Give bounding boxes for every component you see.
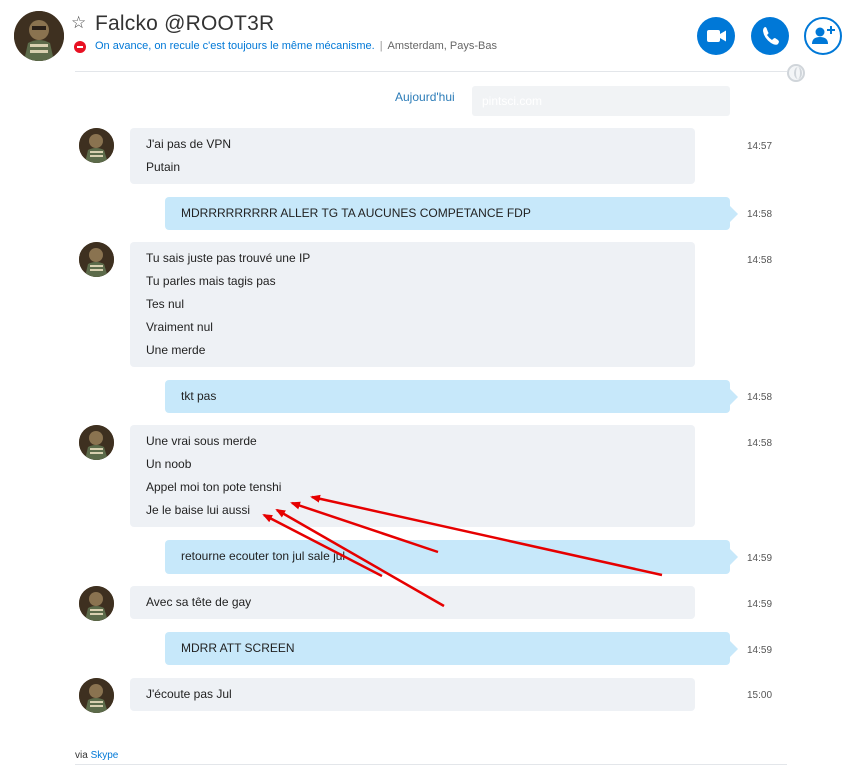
message-line: Appel moi ton pote tenshi xyxy=(146,480,282,494)
conversation-header: ☆ Falcko @ROOT3R On avance, on recule c'… xyxy=(0,0,843,72)
message-line: Tu parles mais tagis pas xyxy=(146,274,276,288)
message-timestamp: 14:59 xyxy=(747,599,773,610)
via-label: via xyxy=(75,750,88,761)
outgoing-message[interactable]: MDRR ATT SCREEN xyxy=(165,632,738,665)
message-line: Je le baise lui aussi xyxy=(146,503,251,517)
phone-call-icon xyxy=(763,27,779,45)
message-timestamp: 14:58 xyxy=(747,209,773,220)
add-people-button[interactable] xyxy=(804,17,842,55)
outgoing-message[interactable]: retourne ecouter ton jul sale jul xyxy=(165,540,738,574)
status-message: On avance, on recule c'est toujours le m… xyxy=(95,40,375,52)
message-line: Une vrai sous merde xyxy=(146,434,257,448)
message-timestamp: 14:58 xyxy=(747,392,773,403)
message-line: MDRRRRRRRRR ALLER TG TA AUCUNES COMPETAN… xyxy=(181,206,531,220)
via-footer: via Skype xyxy=(75,750,118,761)
watermark-overlay: pintsci.com xyxy=(472,86,730,116)
status-separator: | xyxy=(379,40,383,52)
outgoing-message[interactable]: tkt pas xyxy=(165,380,738,413)
audio-call-button[interactable] xyxy=(751,17,789,55)
message-line: Vraiment nul xyxy=(146,320,213,334)
day-separator: Aujourd'hui xyxy=(395,90,455,104)
message-timestamp: 14:59 xyxy=(747,645,773,656)
watermark-text: pintsci.com xyxy=(482,94,543,108)
sender-avatar[interactable] xyxy=(79,128,114,163)
contact-name: Falcko @ROOT3R xyxy=(95,12,275,35)
incoming-message[interactable]: J'ai pas de VPN Putain xyxy=(130,128,695,184)
message-line: retourne ecouter ton jul sale jul xyxy=(181,549,346,563)
message-timestamp: 15:00 xyxy=(747,690,773,701)
incoming-message[interactable]: Avec sa tête de gay xyxy=(130,586,695,619)
message-line: Tu sais juste pas trouvé une IP xyxy=(146,251,311,265)
message-line: tkt pas xyxy=(181,389,217,403)
message-timestamp: 14:58 xyxy=(747,438,773,449)
sender-avatar[interactable] xyxy=(79,586,114,621)
message-line: Tes nul xyxy=(146,297,185,311)
message-line: J'écoute pas Jul xyxy=(146,687,232,701)
video-call-icon xyxy=(707,30,726,42)
add-contact-icon xyxy=(812,26,835,44)
message-line: MDRR ATT SCREEN xyxy=(181,641,295,655)
message-line: Une merde xyxy=(146,343,206,357)
message-line: Un noob xyxy=(146,457,192,471)
message-line: Avec sa tête de gay xyxy=(146,595,252,609)
footer-divider xyxy=(75,764,787,765)
incoming-message[interactable]: Une vrai sous merde Un noob Appel moi to… xyxy=(130,425,695,527)
message-timestamp: 14:57 xyxy=(747,141,773,152)
favorite-star-icon[interactable]: ☆ xyxy=(71,13,86,33)
video-call-button[interactable] xyxy=(697,17,735,55)
incoming-message[interactable]: Tu sais juste pas trouvé une IP Tu parle… xyxy=(130,242,695,367)
outgoing-message[interactable]: MDRRRRRRRRR ALLER TG TA AUCUNES COMPETAN… xyxy=(165,197,738,230)
skype-link[interactable]: Skype xyxy=(91,750,119,761)
message-line: J'ai pas de VPN xyxy=(146,137,232,151)
globe-icon[interactable] xyxy=(787,64,805,82)
sender-avatar[interactable] xyxy=(79,678,114,713)
contact-location: Amsterdam, Pays-Bas xyxy=(387,40,497,52)
contact-avatar[interactable] xyxy=(14,11,64,61)
message-timestamp: 14:58 xyxy=(747,255,773,266)
sender-avatar[interactable] xyxy=(79,242,114,277)
message-line: Putain xyxy=(146,160,181,174)
incoming-message[interactable]: J'écoute pas Jul xyxy=(130,678,695,711)
do-not-disturb-icon xyxy=(74,41,86,53)
sender-avatar[interactable] xyxy=(79,425,114,460)
message-timestamp: 14:59 xyxy=(747,553,773,564)
contact-status-line: On avance, on recule c'est toujours le m… xyxy=(95,40,497,52)
header-divider xyxy=(75,71,787,72)
